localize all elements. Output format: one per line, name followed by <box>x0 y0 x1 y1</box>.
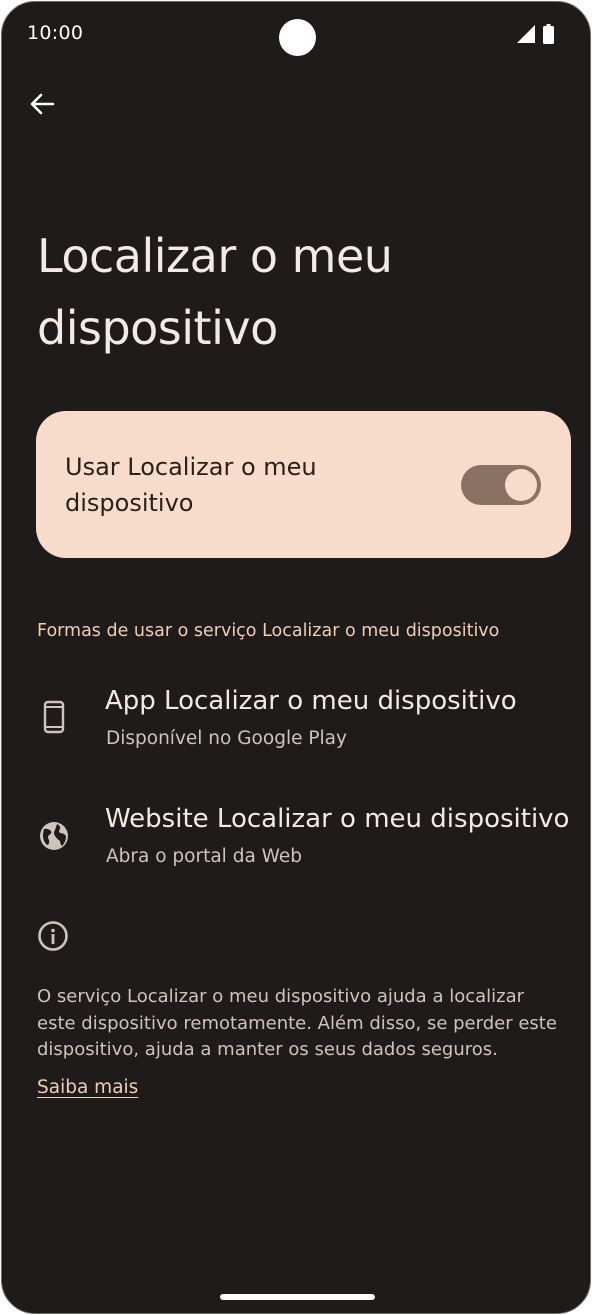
status-bar: 10:00 <box>2 2 590 66</box>
status-time: 10:00 <box>27 22 84 44</box>
use-find-my-device-switch[interactable] <box>461 465 541 505</box>
globe-icon <box>37 819 71 853</box>
use-find-my-device-label: Usar Localizar o meu dispositivo <box>65 453 317 517</box>
camera-cutout <box>279 19 316 56</box>
list-item-title: App Localizar o meu dispositivo <box>105 686 517 716</box>
list-item-app[interactable]: App Localizar o meu dispositivo Disponív… <box>2 674 590 764</box>
info-icon <box>37 920 71 954</box>
page-title: Localizar o meu dispositivo <box>37 229 393 355</box>
battery-icon <box>543 24 554 48</box>
footer-description: O serviço Localizar o meu dispositivo aj… <box>37 986 557 1060</box>
home-gesture-bar[interactable] <box>220 1294 375 1300</box>
section-header: Formas de usar o serviço Localizar o meu… <box>37 621 500 641</box>
learn-more-link[interactable]: Saiba mais <box>37 1077 138 1098</box>
use-find-my-device-card[interactable]: Usar Localizar o meu dispositivo <box>36 411 571 558</box>
switch-thumb <box>505 469 537 501</box>
list-item-subtitle: Abra o portal da Web <box>106 846 302 867</box>
back-button[interactable] <box>22 86 62 126</box>
list-item-title: Website Localizar o meu dispositivo <box>105 804 570 834</box>
list-item-website[interactable]: Website Localizar o meu dispositivo Abra… <box>2 792 590 882</box>
smartphone-icon <box>37 700 71 734</box>
list-item-subtitle: Disponível no Google Play <box>106 728 347 749</box>
status-icons <box>517 24 554 48</box>
phone-screen: 10:00 Localizar o meu dispositivo Usar L… <box>1 1 591 1314</box>
arrow-back-icon <box>29 91 55 121</box>
cellular-signal-icon <box>517 25 535 47</box>
